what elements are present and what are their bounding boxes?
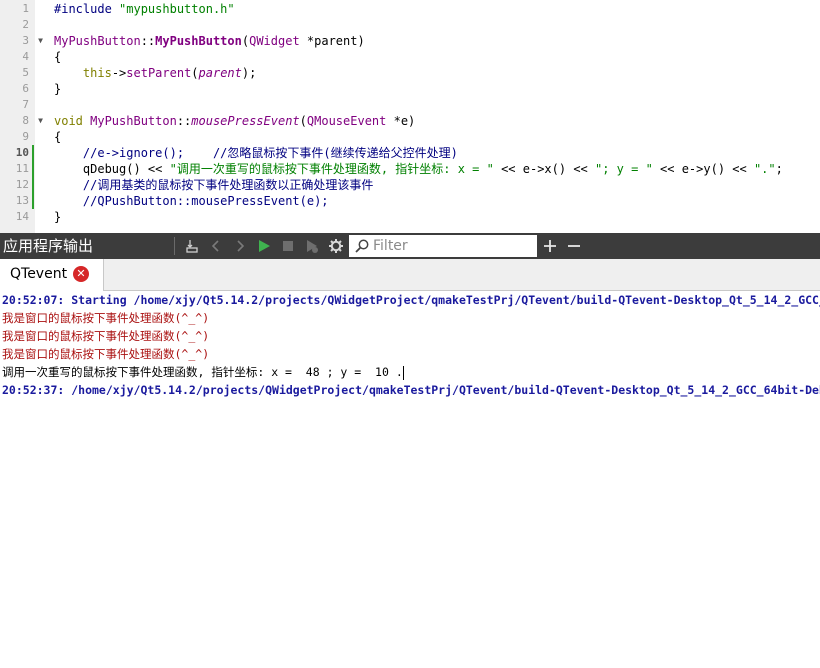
line-number: 8: [22, 114, 29, 127]
stop-icon: [283, 241, 293, 251]
line-number: 2: [22, 18, 29, 31]
change-marker: [32, 177, 34, 193]
code-text: this->setParent(parent);: [82, 66, 257, 80]
line-number: 14: [15, 210, 29, 223]
code-text: {: [54, 130, 62, 144]
output-line: 我是窗口的鼠标按下事件处理函数(^_^): [2, 329, 210, 343]
debug-icon: [307, 240, 318, 253]
code-text: void MyPushButton::mousePressEvent(QMous…: [54, 114, 416, 128]
code-line[interactable]: 6}: [0, 81, 820, 97]
line-number: 13: [15, 194, 29, 207]
line-number: 10: [15, 146, 29, 159]
code-text: }: [54, 210, 62, 224]
run-button[interactable]: [254, 236, 274, 256]
code-line[interactable]: 13 //QPushButton::mousePressEvent(e);: [0, 193, 820, 209]
output-line: 20:52:37: /home/xjy/Qt5.14.2/projects/QW…: [2, 383, 820, 397]
fold-arrow-icon[interactable]: ▼: [36, 113, 45, 129]
previous-button[interactable]: [206, 236, 226, 256]
output-tab-bar: QTevent ✕: [0, 259, 820, 291]
code-line[interactable]: 14}: [0, 209, 820, 225]
code-line[interactable]: 4{: [0, 49, 820, 65]
stop-button[interactable]: [278, 236, 298, 256]
output-line: 我是窗口的鼠标按下事件处理函数(^_^): [2, 347, 210, 361]
code-line[interactable]: 5 this->setParent(parent);: [0, 65, 820, 81]
add-output-button[interactable]: [540, 236, 560, 256]
line-number: 5: [22, 66, 29, 79]
pane-title: 应用程序输出: [3, 237, 94, 255]
change-marker: [32, 145, 34, 161]
run-icon: [259, 240, 270, 252]
code-text: {: [54, 50, 62, 64]
code-text: //QPushButton::mousePressEvent(e);: [54, 194, 329, 208]
code-line[interactable]: 12 //调用基类的鼠标按下事件处理函数以正确处理该事件: [0, 177, 820, 193]
line-number: 3: [22, 34, 29, 47]
code-text: //e->ignore(); //忽略鼠标按下事件(继续传递给父控件处理): [54, 146, 458, 160]
line-number: 4: [22, 50, 29, 63]
next-button[interactable]: [230, 236, 250, 256]
code-line[interactable]: 11 qDebug() << "调用一次重写的鼠标按下事件处理函数, 指针坐标:…: [0, 161, 820, 177]
tab-qtevent[interactable]: QTevent ✕: [0, 259, 104, 291]
code-line[interactable]: 8 ▼ void MyPushButton::mousePressEvent(QMo…: [0, 113, 820, 129]
plus-icon: [544, 240, 556, 252]
chevron-left-icon: [211, 240, 219, 252]
application-output[interactable]: 20:52:07: Starting /home/xjy/Qt5.14.2/pr…: [0, 291, 820, 668]
line-number: 1: [22, 2, 29, 15]
tab-label: QTevent: [10, 266, 68, 282]
line-number: 9: [22, 130, 29, 143]
output-line: 20:52:07: Starting /home/xjy/Qt5.14.2/pr…: [2, 293, 820, 307]
code-line[interactable]: 7: [0, 97, 820, 113]
change-marker: [32, 161, 34, 177]
attach-debugger-icon: [186, 240, 198, 253]
change-marker: [32, 193, 34, 209]
code-text: #include "mypushbutton.h": [54, 2, 235, 16]
close-icon[interactable]: ✕: [73, 266, 89, 282]
line-number: 7: [22, 98, 29, 111]
search-icon: [355, 239, 369, 253]
line-number: 11: [15, 162, 29, 175]
filter-field[interactable]: [349, 235, 537, 257]
minus-icon: [568, 245, 580, 247]
output-line: 调用一次重写的鼠标按下事件处理函数, 指针坐标: x = 48 ; y = 10…: [2, 365, 404, 380]
toolbar-separator: [174, 237, 175, 255]
minimize-output-button[interactable]: [564, 236, 584, 256]
output-pane-toolbar: 应用程序输出: [0, 233, 820, 259]
code-line[interactable]: 2: [0, 17, 820, 33]
filter-input[interactable]: [373, 235, 533, 257]
code-line[interactable]: 1 #include "mypushbutton.h": [0, 1, 820, 17]
fold-arrow-icon[interactable]: ▼: [36, 33, 45, 49]
code-text: //调用基类的鼠标按下事件处理函数以正确处理该事件: [54, 178, 374, 192]
code-editor[interactable]: 1 #include "mypushbutton.h" 2 3 ▼ MyPushButto…: [0, 0, 820, 233]
code-text: MyPushButton::MyPushButton(QWidget *pare…: [54, 34, 365, 48]
chevron-right-icon: [237, 240, 245, 252]
gear-icon: [329, 239, 343, 253]
code-line[interactable]: 3 ▼ MyPushButton::MyPushButton(QWidget *pa…: [0, 33, 820, 49]
output-line: 我是窗口的鼠标按下事件处理函数(^_^): [2, 311, 210, 325]
code-text: }: [54, 82, 62, 96]
attach-debugger-button[interactable]: [182, 236, 202, 256]
text-cursor: [402, 365, 404, 380]
line-number: 6: [22, 82, 29, 95]
code-text: qDebug() << "调用一次重写的鼠标按下事件处理函数, 指针坐标: x …: [54, 162, 783, 176]
debug-button[interactable]: [302, 236, 322, 256]
code-line[interactable]: 9{: [0, 129, 820, 145]
code-line[interactable]: 10 //e->ignore(); //忽略鼠标按下事件(继续传递给父控件处理): [0, 145, 820, 161]
line-number: 12: [15, 178, 29, 191]
settings-button[interactable]: [326, 236, 346, 256]
